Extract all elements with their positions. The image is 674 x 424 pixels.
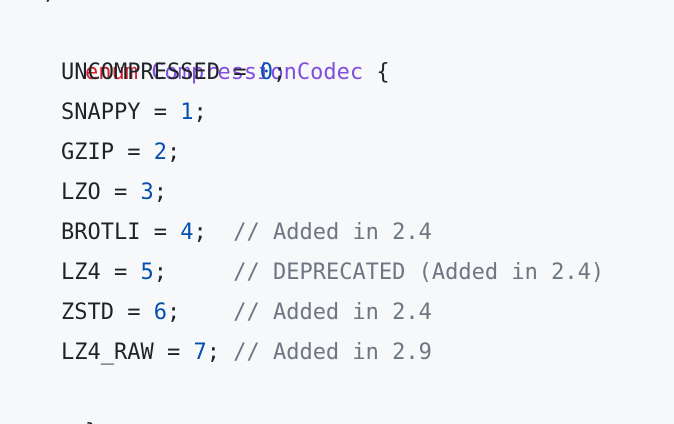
equals-sign: = <box>140 220 181 245</box>
comment-padding <box>180 300 233 325</box>
enum-entry-line: ZSTD = 6; // Added in 2.4 <box>32 293 432 333</box>
code-block: */ enum CompressionCodec { UNCOMPRESSED … <box>0 0 674 424</box>
partial-comment-close: */ <box>32 0 59 14</box>
equals-sign: = <box>100 260 141 285</box>
equals-sign: = <box>219 60 260 85</box>
enum-entry-comment: // Added in 2.9 <box>233 340 432 365</box>
enum-entry-value: 2 <box>153 140 167 165</box>
enum-entry-value: 4 <box>180 220 194 245</box>
enum-entry-name: LZ4 <box>61 260 101 285</box>
equals-sign: = <box>100 180 141 205</box>
semicolon: ; <box>193 100 207 125</box>
enum-entry-name: LZ4_RAW <box>61 340 154 365</box>
semicolon: ; <box>193 220 207 245</box>
comment-padding <box>207 220 234 245</box>
enum-entry-name: UNCOMPRESSED <box>61 60 220 85</box>
enum-entry-value: 3 <box>140 180 154 205</box>
equals-sign: = <box>113 300 154 325</box>
semicolon: ; <box>166 300 181 325</box>
close-brace: } <box>85 420 98 424</box>
enum-entry-line: BROTLI = 4; // Added in 2.4 <box>32 213 432 253</box>
enum-entry-line: LZO = 3; <box>32 173 167 213</box>
enum-entry-comment: // DEPRECATED (Added in 2.4) <box>233 260 605 285</box>
semicolon: ; <box>153 180 167 205</box>
comment-padding <box>220 340 233 365</box>
enum-entry-line: SNAPPY = 1; <box>32 93 207 133</box>
open-brace: { <box>376 60 390 85</box>
enum-entry-value: 5 <box>140 260 154 285</box>
enum-entry-line: UNCOMPRESSED = 0; <box>32 53 286 93</box>
enum-entry-name: GZIP <box>61 140 114 165</box>
semicolon: ; <box>206 340 220 365</box>
enum-entry-name: LZO <box>61 180 101 205</box>
enum-entry-value: 7 <box>193 340 207 365</box>
enum-entry-name: BROTLI <box>61 220 141 245</box>
enum-declaration-line: enum CompressionCodec { <box>32 13 390 85</box>
enum-entry-value: 0 <box>259 60 273 85</box>
semicolon: ; <box>166 140 181 165</box>
semicolon: ; <box>153 260 167 285</box>
enum-entry-value: 1 <box>180 100 194 125</box>
semicolon: ; <box>272 60 287 85</box>
enum-entry-line: LZ4_RAW = 7; // Added in 2.9 <box>32 333 432 373</box>
equals-sign: = <box>140 100 181 125</box>
enum-entry-line: GZIP = 2; <box>32 133 180 173</box>
comment-padding <box>167 260 233 285</box>
closing-brace-line: } <box>32 373 98 424</box>
equals-sign: = <box>153 340 194 365</box>
enum-entry-line: LZ4 = 5; // DEPRECATED (Added in 2.4) <box>32 253 604 293</box>
enum-entry-name: SNAPPY <box>61 100 141 125</box>
enum-entry-name: ZSTD <box>61 300 114 325</box>
enum-entry-comment: // Added in 2.4 <box>233 220 432 245</box>
enum-entry-value: 6 <box>153 300 167 325</box>
equals-sign: = <box>113 140 154 165</box>
enum-entry-comment: // Added in 2.4 <box>233 300 432 325</box>
